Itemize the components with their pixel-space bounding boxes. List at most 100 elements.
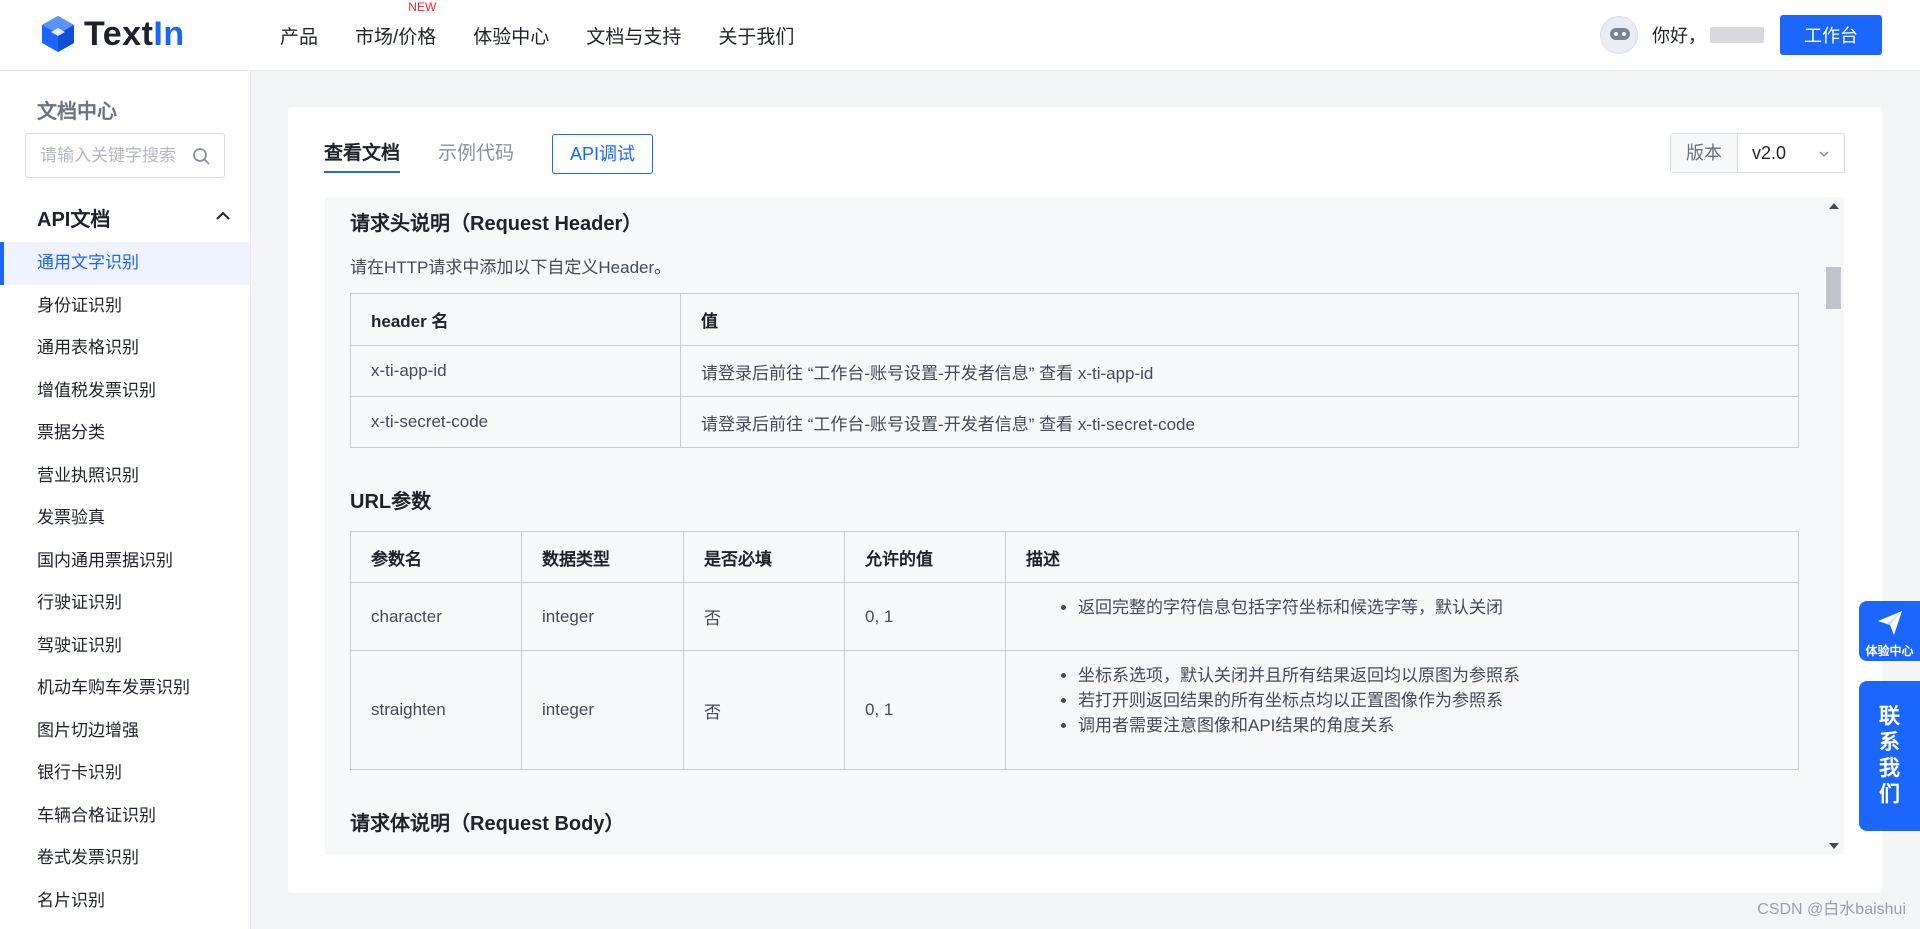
- table-cell: 否: [683, 650, 845, 770]
- doc-scroll-area[interactable]: 请求头说明（Request Header） 请在HTTP请求中添加以下自定义He…: [325, 197, 1823, 855]
- version-value: v2.0: [1752, 142, 1787, 163]
- doc-tabs: 查看文档 示例代码 API调试: [324, 133, 654, 175]
- sidebar-item[interactable]: 国内通用票据识别: [0, 540, 250, 583]
- description-list: 坐标系选项，默认关闭并且所有结果返回均以原图为参照系 若打开则返回结果的所有坐标…: [1026, 663, 1798, 738]
- version-select[interactable]: v2.0: [1738, 134, 1844, 172]
- version-selector: 版本 v2.0: [1670, 133, 1845, 173]
- table-cell: integer: [521, 650, 684, 770]
- table-cell: 请登录后前往 “工作台-账号设置-开发者信息” 查看 x-ti-app-id: [680, 345, 1799, 397]
- doc-scrollbar[interactable]: [1823, 197, 1844, 855]
- table-cell: integer: [521, 582, 684, 651]
- new-badge: NEW: [408, 0, 437, 14]
- search-icon[interactable]: [192, 147, 210, 165]
- table-header-row: header 名 值: [350, 293, 1799, 346]
- chevron-up-icon[interactable]: [214, 207, 232, 225]
- sidebar-item[interactable]: 发票验真: [0, 497, 250, 540]
- sidebar-search: [25, 133, 225, 178]
- list-item: 坐标系选项，默认关闭并且所有结果返回均以原图为参照系: [1078, 663, 1798, 688]
- section-title-request-header: 请求头说明（Request Header）: [350, 213, 643, 235]
- sidebar-item[interactable]: 卷式发票识别: [0, 837, 250, 880]
- table-header-row: 参数名 数据类型 是否必填 允许的值 描述: [350, 531, 1799, 583]
- sidebar-title: 文档中心: [37, 101, 117, 123]
- sidebar-item[interactable]: 行驶证识别: [0, 582, 250, 625]
- logo[interactable]: TextIn: [40, 14, 185, 54]
- sidebar-item[interactable]: 名片识别: [0, 880, 250, 923]
- sidebar-list: 通用文字识别 身份证识别 通用表格识别 增值税发票识别 票据分类 营业执照识别 …: [0, 242, 250, 922]
- nav-item-products[interactable]: 产品: [280, 22, 318, 49]
- sidebar-item[interactable]: 营业执照识别: [0, 455, 250, 498]
- section-title-url-params: URL参数: [350, 491, 432, 513]
- header-table: header 名 值 x-ti-app-id 请登录后前往 “工作台-账号设置-…: [350, 293, 1799, 448]
- sidebar-item-general-ocr[interactable]: 通用文字识别: [0, 242, 250, 285]
- scrollbar-thumb[interactable]: [1826, 267, 1841, 309]
- list-item: 返回完整的字符信息包括字符坐标和候选字等，默认关闭: [1078, 595, 1798, 620]
- column-header: header 名: [350, 293, 681, 346]
- column-header: 允许的值: [844, 531, 1006, 583]
- float-experience-center-button[interactable]: 体验中心: [1859, 601, 1920, 661]
- table-cell-description: 坐标系选项，默认关闭并且所有结果返回均以原图为参照系 若打开则返回结果的所有坐标…: [1005, 650, 1799, 770]
- sidebar-item[interactable]: 驾驶证识别: [0, 625, 250, 668]
- nav-item-docs-support[interactable]: 文档与支持: [586, 22, 681, 49]
- tab-sample-code[interactable]: 示例代码: [438, 133, 514, 175]
- top-navbar: TextIn 产品 市场/价格 NEW 体验中心 文档与支持 关于我们 你好， 工…: [0, 0, 1920, 71]
- doc-content: 请求头说明（Request Header） 请在HTTP请求中添加以下自定义He…: [325, 197, 1844, 855]
- url-params-table: 参数名 数据类型 是否必填 允许的值 描述 character integer …: [350, 531, 1799, 770]
- column-header: 是否必填: [683, 531, 845, 583]
- column-header: 数据类型: [521, 531, 684, 583]
- sidebar-item[interactable]: 机动车购车发票识别: [0, 667, 250, 710]
- table-cell-description: 返回完整的字符信息包括字符坐标和候选字等，默认关闭: [1005, 582, 1799, 651]
- table-row: x-ti-secret-code 请登录后前往 “工作台-账号设置-开发者信息”…: [350, 396, 1799, 448]
- column-header: 参数名: [350, 531, 522, 583]
- sidebar-item[interactable]: 图片切边增强: [0, 710, 250, 753]
- table-cell: 否: [683, 582, 845, 651]
- user-area: 你好， 工作台: [1600, 14, 1882, 56]
- description-list: 返回完整的字符信息包括字符坐标和候选字等，默认关闭: [1026, 595, 1798, 620]
- blurred-username: [1710, 27, 1764, 43]
- sidebar-item[interactable]: 车辆合格证识别: [0, 795, 250, 838]
- table-cell: straighten: [350, 650, 522, 770]
- nav-item-market-price[interactable]: 市场/价格 NEW: [355, 0, 436, 49]
- sidebar-item[interactable]: 身份证识别: [0, 285, 250, 328]
- table-cell: 0, 1: [844, 650, 1006, 770]
- float-contact-us-button[interactable]: 联系我们: [1859, 681, 1920, 831]
- paper-plane-icon: [1878, 611, 1902, 635]
- table-cell: 0, 1: [844, 582, 1006, 651]
- column-header: 描述: [1005, 531, 1799, 583]
- api-test-button[interactable]: API调试: [552, 134, 654, 174]
- list-item: 调用者需要注意图像和API结果的角度关系: [1078, 713, 1798, 738]
- table-row: character integer 否 0, 1 返回完整的字符信息包括字符坐标…: [350, 582, 1799, 651]
- search-input[interactable]: [40, 145, 190, 166]
- chevron-down-icon: [1819, 151, 1829, 158]
- logo-cube-icon: [42, 16, 74, 52]
- workbench-button[interactable]: 工作台: [1780, 15, 1882, 55]
- scroll-up-arrow-icon[interactable]: [1829, 203, 1839, 209]
- nav-item-experience[interactable]: 体验中心: [473, 22, 549, 49]
- table-cell: x-ti-secret-code: [350, 396, 681, 448]
- sidebar-item[interactable]: 票据分类: [0, 412, 250, 455]
- sidebar-item[interactable]: 通用表格识别: [0, 327, 250, 370]
- doc-card: 查看文档 示例代码 API调试 版本 v2.0 请求头说明（Request He…: [288, 107, 1882, 893]
- sidebar-group-api-docs[interactable]: API文档: [37, 203, 237, 232]
- main-nav: 产品 市场/价格 NEW 体验中心 文档与支持 关于我们: [280, 0, 831, 71]
- nav-item-about[interactable]: 关于我们: [718, 22, 794, 49]
- greeting-text: 你好，: [1652, 26, 1706, 46]
- section-desc-request-header: 请在HTTP请求中添加以下自定义Header。: [350, 258, 672, 277]
- version-label: 版本: [1671, 134, 1738, 172]
- sidebar-item[interactable]: 银行卡识别: [0, 752, 250, 795]
- sidebar-item[interactable]: 增值税发票识别: [0, 370, 250, 413]
- table-row: x-ti-app-id 请登录后前往 “工作台-账号设置-开发者信息” 查看 x…: [350, 345, 1799, 397]
- watermark: CSDN @白水baishui: [1757, 901, 1906, 918]
- section-title-request-body: 请求体说明（Request Body）: [350, 813, 625, 835]
- tab-view-docs[interactable]: 查看文档: [324, 133, 401, 175]
- scroll-down-arrow-icon[interactable]: [1829, 843, 1839, 849]
- float-contact-label: 联系我们: [1879, 705, 1900, 806]
- table-cell: 请登录后前往 “工作台-账号设置-开发者信息” 查看 x-ti-secret-c…: [680, 396, 1799, 448]
- table-row: straighten integer 否 0, 1 坐标系选项，默认关闭并且所有…: [350, 650, 1799, 770]
- table-cell: x-ti-app-id: [350, 345, 681, 397]
- sidebar: 文档中心 API文档 通用文字识别 身份证识别 通用表格识别 增值税发票识别 票…: [0, 71, 251, 929]
- logo-text: TextIn: [84, 14, 185, 53]
- list-item: 若打开则返回结果的所有坐标点均以正置图像作为参照系: [1078, 688, 1798, 713]
- avatar[interactable]: [1600, 16, 1638, 54]
- float-experience-label: 体验中心: [1865, 644, 1914, 658]
- table-cell: character: [350, 582, 522, 651]
